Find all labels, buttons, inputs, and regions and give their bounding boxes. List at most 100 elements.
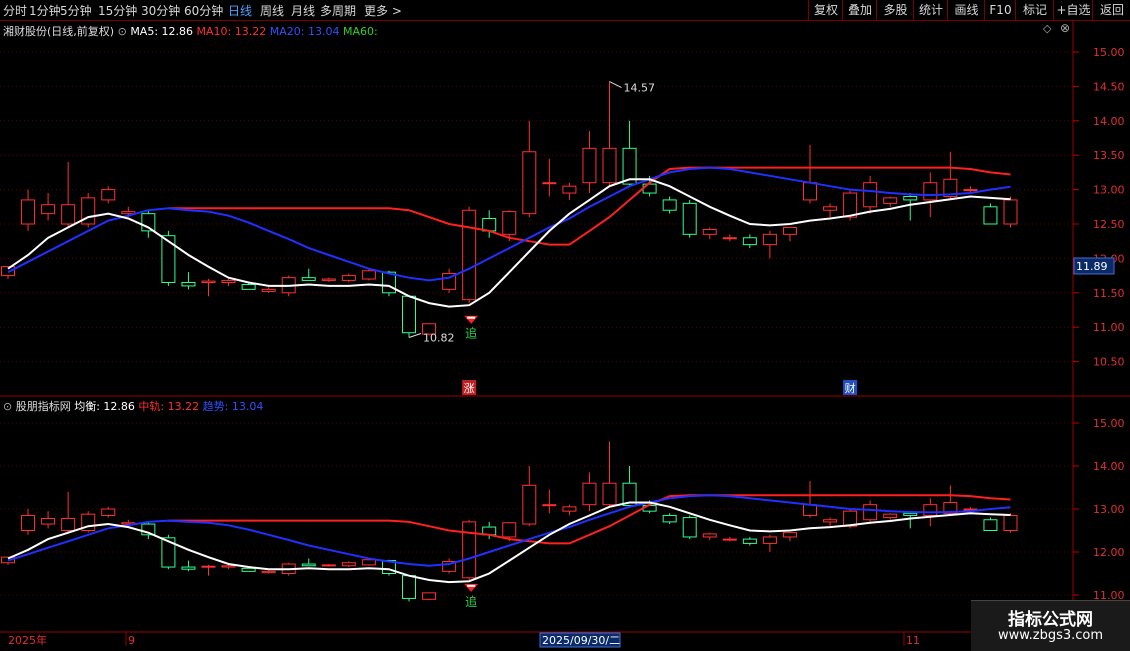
legend-middle: 中轨: 13.22 — [138, 400, 200, 413]
sub-candle-body — [462, 521, 477, 579]
period-tab-2[interactable]: 5分钟 — [60, 2, 92, 19]
sub-candle-body — [782, 532, 797, 538]
main-candle-body — [482, 217, 497, 232]
cursor-date-box — [539, 632, 621, 648]
close-icon[interactable]: ⊗ — [1060, 21, 1070, 35]
main-candle-body — [642, 183, 657, 194]
toolbar-button-7[interactable]: +自选 — [1053, 0, 1093, 20]
toolbar-button-4[interactable]: 画线 — [947, 0, 985, 20]
toolbar-button-1[interactable]: 叠加 — [842, 0, 877, 20]
main-candle-body — [121, 211, 136, 215]
sub-candle-body — [602, 482, 617, 506]
sub-candle-body — [903, 512, 918, 516]
main-candle-body — [241, 284, 256, 290]
main-signal-diamond-shine — [467, 316, 476, 319]
sub-candle-body — [482, 526, 497, 536]
sub-candle-body — [682, 517, 697, 538]
date-label: 2025年 — [8, 633, 47, 647]
period-tab-0[interactable]: 分时 — [3, 2, 27, 19]
main-candle-body — [422, 323, 437, 335]
main-candle-body — [742, 237, 757, 246]
legend-ma60: MA60: — [342, 25, 378, 38]
main-signal-text: 追 — [465, 326, 477, 341]
main-y-tick-label: 12.50 — [1093, 218, 1125, 231]
main-candle-body — [682, 202, 697, 235]
toolbar-button-3[interactable]: 统计 — [913, 0, 948, 20]
high-pointer — [609, 81, 622, 89]
period-tab-8[interactable]: 月线 — [291, 2, 315, 19]
collapse-icon[interactable]: ⊙ — [118, 25, 127, 38]
legend-ma10: MA10: 13.22 — [196, 25, 267, 38]
main-candle-body — [542, 182, 557, 185]
main-candle-body — [381, 271, 396, 294]
sub-candle-body — [241, 567, 256, 572]
sub-candle-body — [381, 560, 396, 574]
sub-candle-body — [81, 513, 96, 531]
main-candle-body — [923, 182, 938, 201]
main-candle-body — [823, 206, 838, 211]
toolbar-button-8[interactable]: 返回 — [1092, 0, 1130, 20]
main-candle-body — [41, 204, 56, 215]
main-candle-body — [502, 211, 517, 235]
sub-candle-body — [281, 563, 296, 574]
toolbar-button-0[interactable]: 复权 — [808, 0, 843, 20]
indicator-title[interactable]: 股朋指标网 — [16, 400, 71, 413]
main-candle-body — [1, 266, 15, 277]
collapse-icon[interactable]: ⊙ — [3, 400, 12, 413]
main-candle-body — [442, 273, 457, 290]
period-tab-9[interactable]: 多周期 — [320, 2, 356, 19]
sub-candle-body — [923, 504, 938, 516]
main-candle-body — [81, 197, 96, 225]
watermark-title: 指标公式网 — [1008, 610, 1093, 630]
main-candle-body — [221, 279, 236, 283]
main-candle-body — [361, 270, 376, 280]
period-tab-7[interactable]: 周线 — [260, 2, 284, 19]
sub-candle-body — [261, 570, 276, 574]
main-title-row: 湘财股份(日线,前复权) ⊙ MA5: 12.86 MA10: 13.22 MA… — [3, 23, 378, 39]
sub-signal-text: 追 — [465, 594, 477, 609]
event-marker-box — [843, 380, 858, 395]
sub-candle-body — [642, 505, 657, 512]
sub-ma20-line — [7, 494, 1011, 567]
legend-ma5: MA5: 12.86 — [130, 25, 194, 38]
toolbar-button-5[interactable]: F10 — [984, 0, 1016, 20]
period-tab-1[interactable]: 1分钟 — [29, 2, 61, 19]
main-candle-body — [1003, 199, 1018, 225]
sub-candle-body — [622, 482, 637, 507]
sub-candle-body — [301, 563, 316, 567]
main-candle-body — [582, 147, 597, 184]
sub-candle-body — [742, 538, 757, 544]
sub-candle-body — [321, 564, 336, 567]
current-price-box — [1073, 257, 1115, 275]
watermark-url: www.zbgs3.com — [997, 628, 1104, 643]
main-candle-body — [281, 277, 296, 294]
sub-y-tick-label: 15.00 — [1093, 417, 1125, 430]
sub-candle-body — [21, 514, 36, 532]
sub-candle-body — [341, 562, 356, 567]
main-candle-body — [341, 275, 356, 281]
main-signal-diamond-icon — [464, 315, 479, 324]
main-ma5-line — [7, 178, 1011, 308]
main-candle-body — [522, 151, 537, 215]
toolbar-button-6[interactable]: 标记 — [1015, 0, 1054, 20]
sub-candle-body — [762, 536, 777, 544]
legend-ma20: MA20: 13.04 — [269, 25, 340, 38]
main-candle-body — [161, 235, 176, 283]
main-candle-body — [722, 237, 737, 240]
sub-candle-body — [141, 523, 156, 536]
period-tab-10[interactable]: 更多 > — [364, 2, 402, 19]
period-tab-6[interactable]: 日线 — [228, 2, 252, 19]
main-candle-body — [803, 182, 817, 201]
main-candle-body — [101, 189, 116, 201]
main-y-tick-label: 13.50 — [1093, 149, 1125, 162]
period-tab-3[interactable]: 15分钟 — [98, 2, 137, 19]
period-tab-4[interactable]: 30分钟 — [141, 2, 180, 19]
main-y-tick-label: 14.00 — [1093, 115, 1125, 128]
period-tab-5[interactable]: 60分钟 — [184, 2, 223, 19]
sub-candle-body — [803, 504, 817, 516]
kline-chart[interactable]: 15.00 14.50 14.00 13.50 13.00 12.50 12.00 11.50… — [0, 0, 1130, 650]
diamond-icon[interactable]: ◇ — [1043, 22, 1051, 35]
stock-name[interactable]: 湘财股份 — [3, 25, 47, 38]
toolbar-button-2[interactable]: 多股 — [876, 0, 914, 20]
low-pointer — [408, 333, 422, 338]
